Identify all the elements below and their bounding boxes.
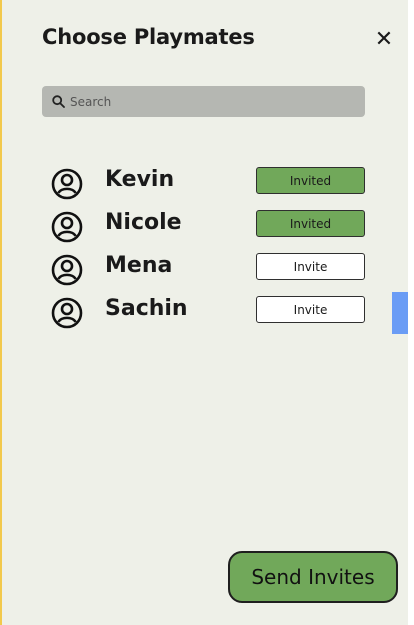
list-item: Kevin Invited <box>50 164 370 200</box>
playmate-name: Sachin <box>105 296 188 321</box>
playmate-name: Kevin <box>105 167 175 192</box>
list-item: Nicole Invited <box>50 207 370 243</box>
user-avatar-icon <box>51 211 83 243</box>
invite-button[interactable]: Invite <box>256 296 365 323</box>
choose-playmates-panel: Choose Playmates ✕ Kevin Invited Nicole … <box>0 0 408 625</box>
side-tab-handle[interactable] <box>392 292 408 334</box>
invited-button[interactable]: Invited <box>256 167 365 194</box>
user-avatar-icon <box>51 168 83 200</box>
playmate-name: Mena <box>105 253 173 278</box>
search-input[interactable] <box>70 94 330 109</box>
invite-button[interactable]: Invite <box>256 253 365 280</box>
invited-button[interactable]: Invited <box>256 210 365 237</box>
playmate-name: Nicole <box>105 210 182 235</box>
send-invites-button[interactable]: Send Invites <box>228 551 398 603</box>
list-item: Mena Invite <box>50 250 370 286</box>
search-bar[interactable] <box>42 86 365 117</box>
search-icon <box>52 95 65 108</box>
close-button[interactable]: ✕ <box>372 26 396 54</box>
user-avatar-icon <box>51 297 83 329</box>
page-title: Choose Playmates <box>42 25 255 49</box>
list-item: Sachin Invite <box>50 293 370 329</box>
user-avatar-icon <box>51 254 83 286</box>
